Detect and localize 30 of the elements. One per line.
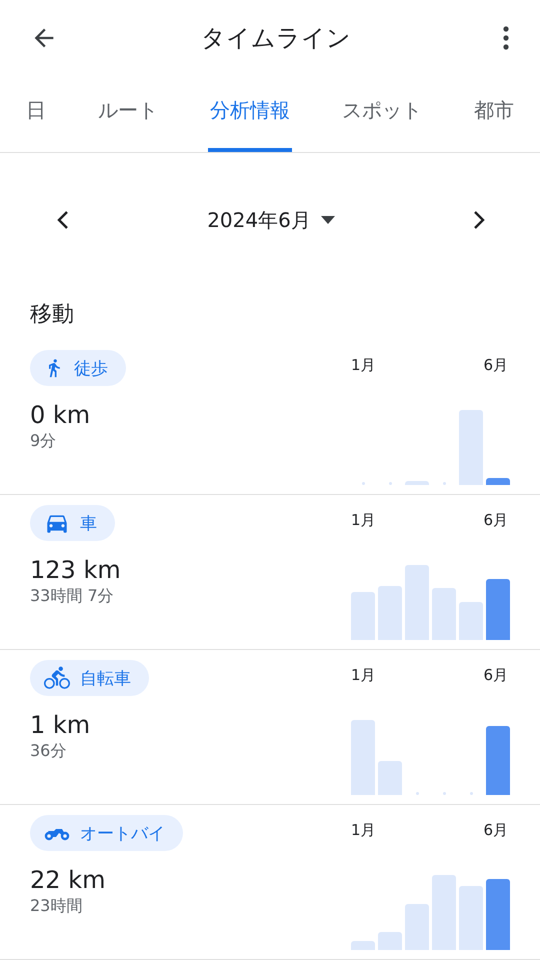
- month-label: 6月: [483, 356, 509, 374]
- tab[interactable]: スポット: [340, 75, 424, 152]
- section-title: 移動: [29, 300, 75, 328]
- activity-chip[interactable]: 自転車: [30, 660, 149, 696]
- tab[interactable]: 日: [24, 75, 48, 152]
- duration-text: 9分: [30, 430, 58, 452]
- activity-chip[interactable]: 徒歩: [30, 350, 126, 386]
- duration-text: 36分: [30, 740, 68, 762]
- month-dropdown[interactable]: 2024年6月: [203, 202, 339, 238]
- tab[interactable]: ルート: [96, 75, 160, 152]
- month-label: 6月: [483, 511, 509, 529]
- distance-text: 0 km: [30, 400, 92, 430]
- bicycle-icon: [44, 665, 70, 691]
- month-label: 1月: [351, 821, 376, 839]
- activity-chip[interactable]: 車: [30, 505, 115, 541]
- distance-text: 123 km: [30, 555, 121, 585]
- tab[interactable]: 分析情報: [208, 75, 292, 152]
- duration-text: 33時間 7分: [30, 585, 115, 607]
- month-label: 1月: [351, 666, 376, 684]
- activity-chip[interactable]: オートバイ: [30, 815, 183, 851]
- duration-text: 23時間: [30, 895, 84, 917]
- month-label: 1月: [351, 356, 376, 374]
- screen-title: タイムライン: [201, 22, 351, 54]
- caret-icon: [320, 216, 335, 224]
- month-label: 1月: [351, 511, 376, 529]
- distance-text: 1 km: [30, 710, 92, 740]
- distance-text: 22 km: [30, 865, 106, 895]
- month-label: 6月: [483, 666, 509, 684]
- tab[interactable]: 都市: [472, 75, 516, 152]
- month-label: 6月: [483, 821, 509, 839]
